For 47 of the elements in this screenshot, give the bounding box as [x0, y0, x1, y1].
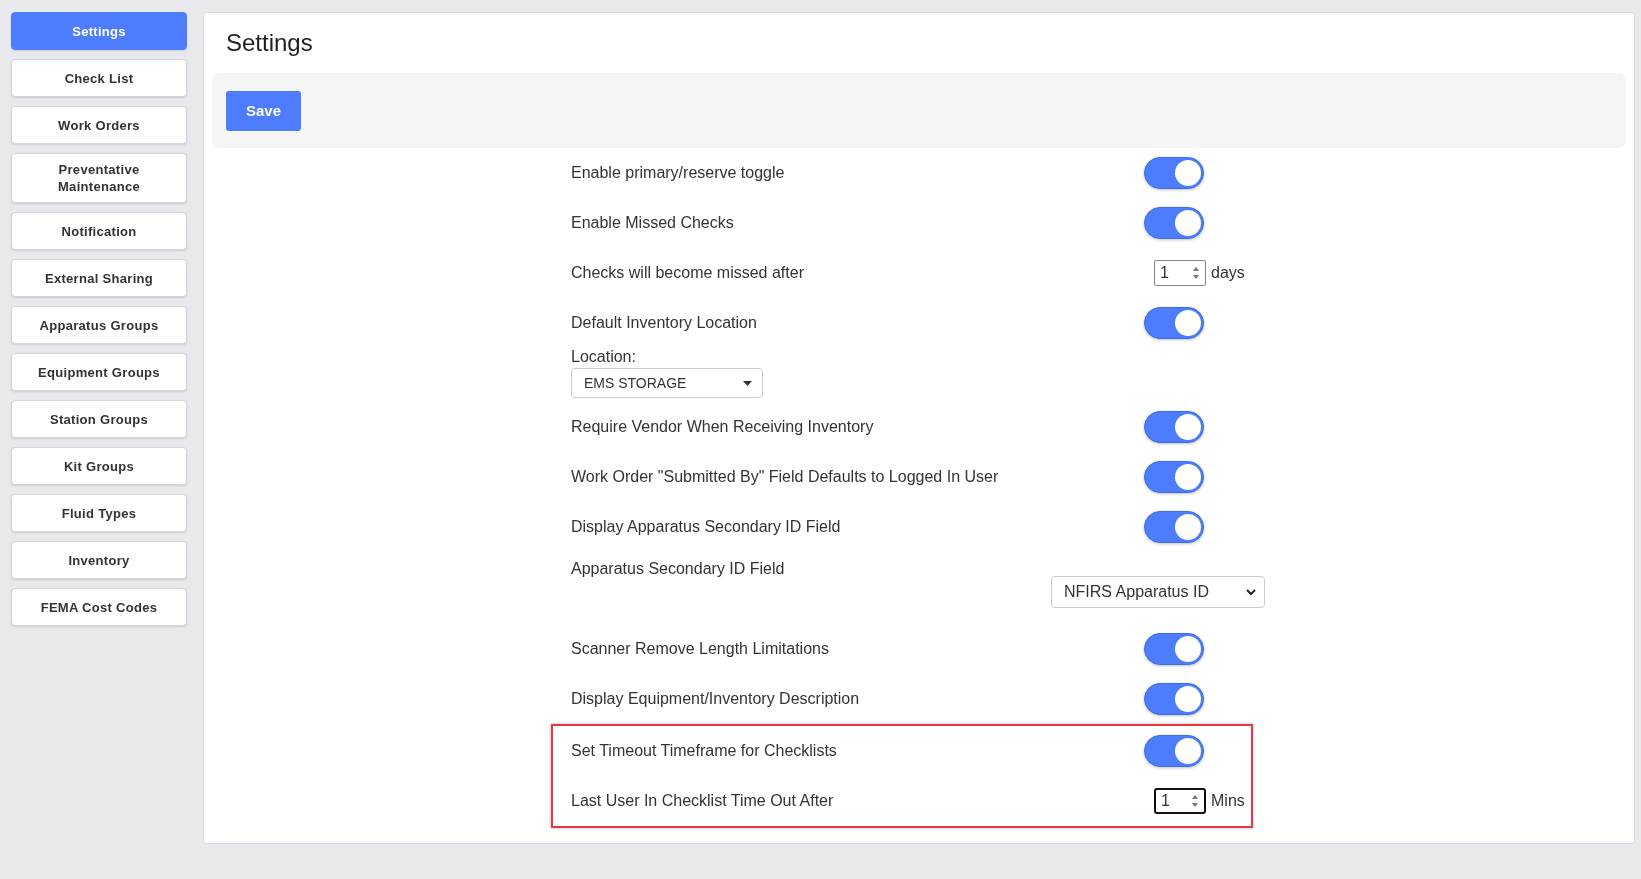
setting-label: Scanner Remove Length Limitations	[571, 640, 829, 658]
caret-icon	[743, 380, 752, 386]
toggle-switch[interactable]	[1144, 207, 1204, 239]
setting-label: Last User In Checklist Time Out After	[571, 792, 834, 810]
sidebar-item[interactable]: Preventative Maintenance	[11, 153, 187, 203]
location-dropdown[interactable]: EMS STORAGE	[571, 368, 763, 398]
setting-label: Require Vendor When Receiving Inventory	[571, 418, 874, 436]
sidebar-item[interactable]: Inventory	[11, 541, 187, 579]
toggle-switch[interactable]	[1144, 157, 1204, 189]
setting-label: Default Inventory Location	[571, 314, 757, 332]
sidebar-item[interactable]: Settings	[11, 12, 187, 50]
setting-label: Location:	[571, 348, 637, 366]
spinner-icon[interactable]	[1192, 266, 1200, 280]
setting-label: Apparatus Secondary ID Field	[571, 560, 785, 578]
save-button[interactable]: Save	[226, 90, 301, 131]
sidebar-item[interactable]: Check List	[11, 59, 187, 97]
setting-label: Set Timeout Timeframe for Checklists	[571, 742, 837, 760]
number-field[interactable]: 1	[1154, 260, 1206, 286]
toggle-switch[interactable]	[1144, 633, 1204, 665]
toggle-switch[interactable]	[1144, 411, 1204, 443]
unit-label: Mins	[1211, 792, 1245, 810]
sidebar-item[interactable]: External Sharing	[11, 259, 187, 297]
sidebar-item[interactable]: FEMA Cost Codes	[11, 588, 187, 626]
chevron-icon	[1246, 588, 1256, 596]
spinner-icon[interactable]	[1191, 794, 1199, 808]
setting-label: Enable Missed Checks	[571, 214, 734, 232]
page-title: Settings	[226, 29, 313, 57]
number-field[interactable]: 1	[1154, 788, 1206, 814]
sidebar-item[interactable]: Fluid Types	[11, 494, 187, 532]
sidebar-item[interactable]: Station Groups	[11, 400, 187, 438]
setting-label: Work Order "Submitted By" Field Defaults to Logged In User	[571, 468, 999, 486]
setting-label: Display Equipment/Inventory Description	[571, 690, 860, 708]
toggle-switch[interactable]	[1144, 307, 1204, 339]
select-field[interactable]: NFIRS Apparatus ID	[1051, 576, 1265, 608]
toggle-switch[interactable]	[1144, 461, 1204, 493]
toggle-switch[interactable]	[1144, 511, 1204, 543]
setting-label: Enable primary/reserve toggle	[571, 164, 785, 182]
setting-label: Checks will become missed after	[571, 264, 804, 282]
sidebar-item[interactable]: Apparatus Groups	[11, 306, 187, 344]
toggle-switch[interactable]	[1144, 735, 1204, 767]
sidebar-item[interactable]: Equipment Groups	[11, 353, 187, 391]
sidebar-item[interactable]: Work Orders	[11, 106, 187, 144]
unit-label: days	[1211, 264, 1245, 282]
toggle-switch[interactable]	[1144, 683, 1204, 715]
setting-label: Display Apparatus Secondary ID Field	[571, 518, 841, 536]
sidebar-item[interactable]: Kit Groups	[11, 447, 187, 485]
sidebar-item[interactable]: Notification	[11, 212, 187, 250]
